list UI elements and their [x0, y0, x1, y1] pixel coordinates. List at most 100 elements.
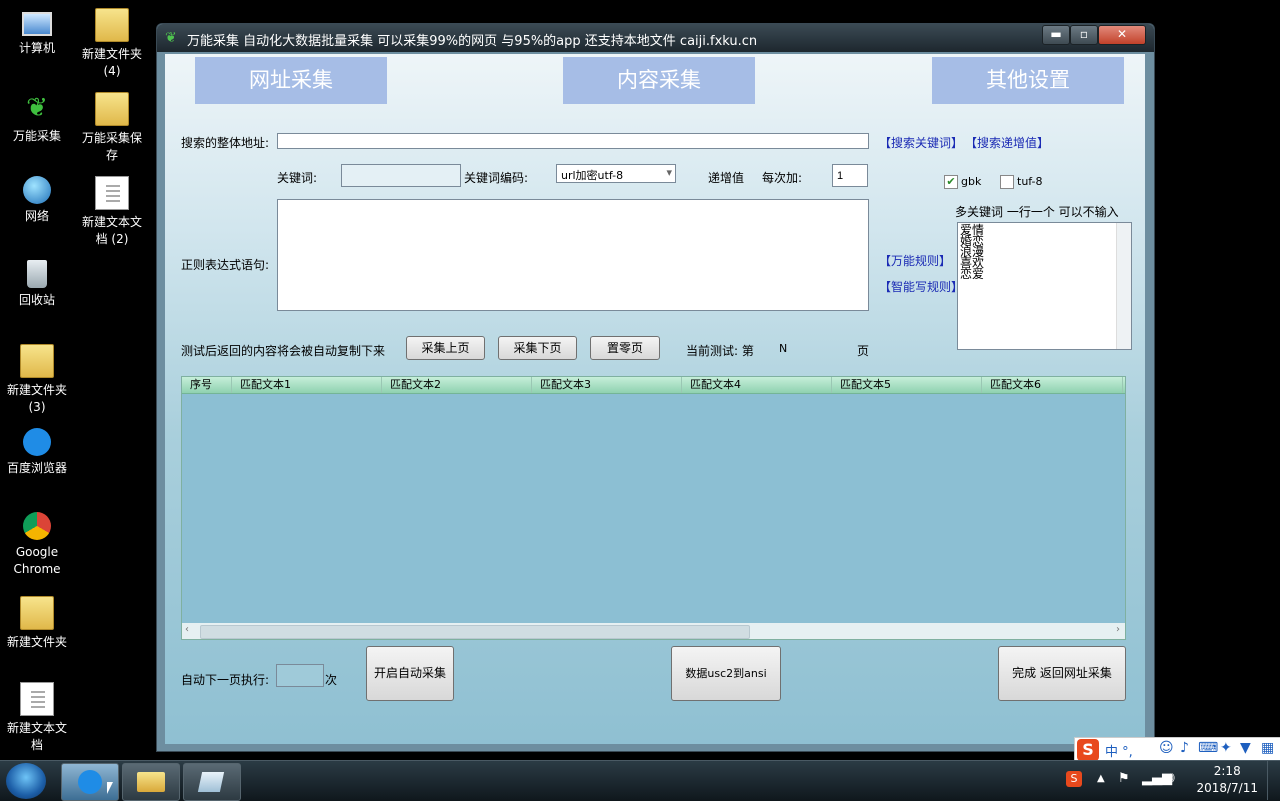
desktop-icon-label: 万能采集	[12, 129, 61, 143]
grid-column-header[interactable]: 匹配文本3	[532, 377, 682, 393]
desktop-icon-label: 新建文件夹	[6, 635, 67, 649]
start-button[interactable]	[6, 763, 46, 799]
ime-mode-text[interactable]: 中 °,	[1105, 741, 1133, 760]
auto-next-input[interactable]	[276, 664, 324, 687]
desktop-icon-recycle-bin[interactable]: 回收站	[0, 260, 74, 309]
desktop-icon-text-doc[interactable]: 新建文本文 档	[0, 682, 74, 754]
encoding-label: 关键词编码:	[464, 171, 529, 185]
desktop-icon-label: 新建文件夹 (4)	[81, 47, 142, 78]
tray-expand-icon[interactable]: ▲	[1097, 773, 1105, 784]
grid-header: 序号 匹配文本1 匹配文本2 匹配文本3 匹配文本4 匹配文本5 匹配文本6	[182, 377, 1125, 394]
clock-date: 2018/7/11	[1196, 781, 1258, 795]
desktop-icon-wanneng-save[interactable]: 万能采集保 存	[75, 92, 149, 164]
microphone-icon[interactable]: ♪	[1180, 740, 1189, 756]
app-window: ❦ 万能采集 自动化大数据批量采集 可以采集99%的网页 与95%的app 还支…	[156, 23, 1155, 752]
tuf-checkbox[interactable]	[1000, 175, 1014, 189]
network-globe-icon	[23, 176, 51, 204]
tab-content-collect[interactable]: 内容采集	[563, 57, 755, 104]
desktop-icon-computer[interactable]: 计算机	[0, 8, 74, 57]
desktop-icon-folder-3[interactable]: 新建文件夹 (3)	[0, 344, 74, 416]
desktop-icon-text-doc-2[interactable]: 新建文本文 档 (2)	[75, 176, 149, 248]
window-title: 万能采集 自动化大数据批量采集 可以采集99%的网页 与95%的app 还支持本…	[187, 34, 758, 49]
folder-icon	[20, 596, 54, 630]
scrollbar-thumb[interactable]	[200, 625, 750, 639]
wanneng-app-icon: ❦	[26, 93, 48, 123]
computer-icon	[22, 12, 52, 36]
desktop-icon-chrome[interactable]: Google Chrome	[0, 512, 74, 578]
grid-column-header[interactable]: 匹配文本4	[682, 377, 832, 393]
baidu-browser-icon	[78, 770, 102, 794]
taskbar-explorer[interactable]	[122, 763, 180, 801]
multi-keyword-line: 浪漫	[960, 245, 985, 259]
action-center-icon[interactable]: ⚑	[1118, 771, 1130, 786]
folder-icon	[95, 8, 129, 42]
gbk-checkbox[interactable]: ✔	[944, 175, 958, 189]
search-url-label: 搜索的整体地址:	[181, 136, 270, 150]
desktop-icon-network[interactable]: 网络	[0, 176, 74, 225]
desktop-icon-label: 新建文本文 档	[6, 721, 67, 752]
desktop-icon-label: 回收站	[18, 293, 55, 307]
each-add-label: 每次加:	[762, 171, 803, 185]
minimize-button[interactable]: ▬	[1042, 25, 1070, 45]
close-button[interactable]: ✕	[1098, 25, 1146, 45]
vertical-scrollbar[interactable]	[1116, 223, 1131, 349]
desktop-icon-folder[interactable]: 新建文件夹	[0, 596, 74, 651]
sogou-logo-icon: S	[1077, 739, 1099, 761]
each-add-input[interactable]	[832, 164, 868, 187]
desktop-icon-wanneng[interactable]: ❦ 万能采集	[0, 92, 74, 145]
horizontal-scrollbar[interactable]: ‹ ›	[182, 623, 1125, 639]
universal-rule-link[interactable]: 【万能规则】	[879, 252, 951, 269]
desktop-icon-baidu-browser[interactable]: 百度浏览器	[0, 428, 74, 477]
encoding-select[interactable]: url加密utf-8 ▾	[556, 164, 676, 183]
toolbox-icon[interactable]: ✦	[1220, 740, 1232, 756]
search-keyword-link[interactable]: 【搜索关键词】	[879, 134, 963, 151]
prev-page-button[interactable]: 采集上页	[406, 336, 485, 360]
finish-return-button[interactable]: 完成 返回网址采集	[998, 646, 1126, 701]
reset-page-button[interactable]: 置零页	[590, 336, 660, 360]
grid-menu-icon[interactable]: ▦	[1261, 740, 1274, 756]
grid-column-header[interactable]: 序号	[182, 377, 232, 393]
multi-keyword-textarea[interactable]: 爱情 婚恋 浪漫 喜欢 恋爱	[957, 222, 1132, 350]
taskbar-clock[interactable]: 2:18 2018/7/11	[1196, 763, 1258, 797]
text-document-icon	[95, 176, 129, 210]
start-auto-collect-button[interactable]: 开启自动采集	[366, 646, 454, 701]
next-page-button[interactable]: 采集下页	[498, 336, 577, 360]
results-grid[interactable]: 序号 匹配文本1 匹配文本2 匹配文本3 匹配文本4 匹配文本5 匹配文本6 ‹…	[181, 376, 1126, 640]
tab-other-settings[interactable]: 其他设置	[932, 57, 1124, 104]
auto-next-label: 自动下一页执行:	[181, 673, 270, 687]
window-titlebar[interactable]: ❦ 万能采集 自动化大数据批量采集 可以采集99%的网页 与95%的app 还支…	[157, 24, 1154, 52]
maximize-button[interactable]: ▫	[1070, 25, 1098, 45]
tab-url-collect[interactable]: 网址采集	[195, 57, 387, 104]
sogou-tray-icon[interactable]: S	[1066, 771, 1082, 787]
copy-hint-text: 测试后返回的内容将会被自动复制下来	[181, 344, 386, 358]
multi-keyword-line: 喜欢	[960, 256, 985, 270]
smiley-icon[interactable]: ☺	[1159, 740, 1174, 756]
desktop-icon-label: 新建文件夹 (3)	[6, 383, 67, 414]
desktop-icon-folder-4[interactable]: 新建文件夹 (4)	[75, 8, 149, 80]
skin-icon[interactable]: ▼	[1240, 740, 1251, 756]
show-desktop-button[interactable]	[1267, 761, 1280, 800]
folder-icon	[20, 344, 54, 378]
window-client-area: 网址采集 内容采集 其他设置 搜索的整体地址: 【搜索关键词】 【搜索递增值】 …	[165, 54, 1145, 744]
keyword-input[interactable]	[341, 164, 461, 187]
scroll-right-icon[interactable]: ›	[1116, 624, 1120, 635]
smart-rule-link[interactable]: 【智能写规则】	[879, 278, 963, 295]
keyboard-icon[interactable]: ⌨	[1198, 740, 1218, 756]
taskbar-wanneng-app[interactable]	[183, 763, 241, 801]
times-suffix: 次	[325, 673, 338, 687]
multi-keyword-line: 爱情	[960, 223, 985, 237]
search-increment-link[interactable]: 【搜索递增值】	[965, 134, 1049, 151]
scroll-left-icon[interactable]: ‹	[185, 624, 189, 635]
grid-column-header[interactable]: 匹配文本5	[832, 377, 982, 393]
folder-icon	[95, 92, 129, 126]
convert-ucs2-button[interactable]: 数据usc2到ansi	[671, 646, 781, 701]
grid-column-header[interactable]: 匹配文本1	[232, 377, 382, 393]
search-url-input[interactable]	[277, 133, 869, 149]
grid-column-header[interactable]: 匹配文本2	[382, 377, 532, 393]
tuf-label: tuf-8	[1017, 175, 1043, 188]
keyword-label: 关键词:	[277, 171, 318, 185]
grid-column-header[interactable]: 匹配文本6	[982, 377, 1123, 393]
regex-textarea[interactable]	[277, 199, 869, 311]
volume-icon[interactable]: 🔊︎	[1166, 770, 1175, 786]
multi-keyword-label: 多关键词 一行一个 可以不输入	[955, 205, 1119, 219]
